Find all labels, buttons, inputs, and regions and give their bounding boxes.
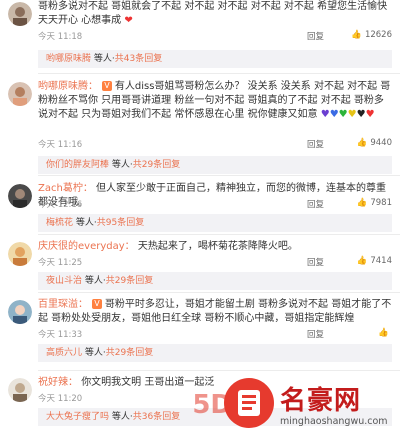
like-count: 9440	[370, 138, 392, 148]
watermark-logo-icon	[224, 378, 274, 428]
watermark: 名豪网 minghaoshangwu.com	[224, 378, 394, 436]
comment-username[interactable]: 祝好辣：	[38, 377, 78, 388]
timestamp: 今天 11:33	[38, 330, 83, 340]
reply-user[interactable]: 大大兔子瘦了吗	[46, 412, 109, 422]
reply-user[interactable]: 梅梳花	[46, 218, 73, 228]
like-button[interactable]: 👍 7981	[357, 198, 392, 208]
watermark-url: minghaoshangwu.com	[280, 416, 388, 427]
like-button[interactable]: 👍 7414	[357, 256, 392, 266]
reply-total[interactable]: 共43条回复	[115, 54, 162, 64]
comment-meta: 今天 11:25 回复 👍 7414	[38, 256, 392, 270]
reply-text: 等人	[93, 54, 112, 64]
reply-total[interactable]: 共29条回复	[106, 276, 153, 286]
reply-text: 等人	[111, 160, 130, 170]
divider	[38, 234, 400, 235]
timestamp: 今天 12:16	[38, 200, 83, 210]
timestamp: 今天 11:18	[38, 32, 83, 42]
reply-total[interactable]: 共95条回复	[97, 218, 144, 228]
avatar[interactable]	[8, 82, 32, 106]
divider	[38, 175, 400, 176]
reply-summary[interactable]: 哟哪原味腾 等人·共43条回复	[38, 50, 392, 68]
reply-button[interactable]: 回复	[307, 198, 324, 210]
timestamp: 今天 11:25	[38, 258, 83, 268]
reply-total[interactable]: 共36条回复	[133, 412, 180, 422]
avatar[interactable]	[8, 378, 32, 402]
divider	[38, 73, 400, 74]
avatar[interactable]	[8, 242, 32, 266]
comment-username[interactable]: 百里琛溢：	[38, 299, 88, 310]
divider	[38, 370, 400, 371]
colored-hearts-icon: ♥♥♥♥♥♥	[320, 109, 375, 120]
reply-user[interactable]: 夜山斗治	[46, 276, 82, 286]
comment-text: 哟哪原味腾： V 有人diss哥姐骂哥粉怎么办？ 没关系 没关系 对不起 对不起…	[38, 80, 392, 122]
reply-user[interactable]: 哟哪原味腾	[46, 54, 91, 64]
watermark-title: 名豪网	[280, 386, 362, 416]
comment-username[interactable]: 庆庆很的everyday：	[38, 241, 135, 252]
vip-badge: V	[92, 299, 102, 309]
comment-text: 百里琛溢： V 哥粉平时多忍让，哥姐才能留土剧 哥粉多说对不起 哥姐才能了不起 …	[38, 298, 392, 326]
avatar[interactable]	[8, 2, 32, 26]
heart-icon: ❤	[124, 15, 133, 26]
avatar[interactable]	[8, 300, 32, 324]
reply-text: 等人	[75, 218, 94, 228]
reply-summary[interactable]: 梅梳花 等人·共95条回复	[38, 214, 392, 232]
reply-button[interactable]: 回复	[307, 138, 324, 150]
comment-feed: 哥粉多说对不起 哥姐就会了不起 对不起 对不起 对不起 对不起 希望您生活愉快 …	[0, 0, 400, 440]
comment-meta: 今天 11:18 回复 👍 12626	[38, 30, 392, 44]
comment-text: 哥粉多说对不起 哥姐就会了不起 对不起 对不起 对不起 对不起 希望您生活愉快 …	[38, 0, 392, 28]
reply-user[interactable]: 你们的胖友阿棒	[46, 160, 109, 170]
reply-text: 等人	[84, 348, 103, 358]
comment-meta: 今天 11:16 回复 👍 9440	[38, 138, 392, 152]
reply-summary[interactable]: 高质六儿 等人·共29条回复	[38, 344, 392, 362]
reply-summary[interactable]: 夜山斗治 等人·共29条回复	[38, 272, 392, 290]
vip-badge: V	[102, 81, 112, 91]
comment-text: 庆庆很的everyday： 天热起来了，喝杯菊花茶降降火吧。	[38, 240, 392, 254]
reply-summary[interactable]: 你们的胖友阿棒 等人·共29条回复	[38, 156, 392, 174]
like-button[interactable]: 👍 9440	[357, 138, 392, 148]
like-count: 12626	[364, 30, 392, 40]
like-button[interactable]: 👍	[378, 328, 392, 338]
thumbs-up-icon: 👍	[356, 138, 368, 148]
thumbs-up-icon: 👍	[356, 256, 368, 266]
reply-total[interactable]: 共29条回复	[133, 160, 180, 170]
reply-text: 等人	[84, 276, 103, 286]
reply-button[interactable]: 回复	[307, 328, 324, 340]
thumbs-up-icon: 👍	[378, 328, 389, 338]
like-count: 7414	[370, 256, 392, 266]
comment-content: 你文明我文明 王哥出道一起泛	[81, 377, 215, 388]
avatar[interactable]	[8, 184, 32, 208]
reply-total[interactable]: 共29条回复	[106, 348, 153, 358]
timestamp: 今天 11:16	[38, 140, 83, 150]
comment-content: 哥粉多说对不起 哥姐就会了不起 对不起 对不起 对不起 对不起 希望您生活愉快 …	[38, 1, 388, 26]
reply-text: 等人	[111, 412, 130, 422]
comment-meta: 今天 11:33 回复 👍	[38, 328, 392, 342]
divider	[38, 292, 400, 293]
reply-user[interactable]: 高质六儿	[46, 348, 82, 358]
comment-content: 天热起来了，喝杯菊花茶降降火吧。	[137, 241, 298, 252]
reply-button[interactable]: 回复	[307, 30, 324, 42]
thumbs-up-icon: 👍	[351, 30, 362, 40]
comment-content: 哥粉平时多忍让，哥姐才能留土剧 哥粉多说对不起 哥姐才能了不起 哥粉处处受朋友，…	[38, 299, 392, 324]
timestamp: 今天 11:20	[38, 394, 83, 404]
thumbs-up-icon: 👍	[356, 198, 368, 208]
like-count: 7981	[370, 198, 392, 208]
comment-username[interactable]: 哟哪原味腾：	[38, 81, 98, 92]
reply-button[interactable]: 回复	[307, 256, 324, 268]
comment-meta: 今天 12:16 回复 👍 7981	[38, 198, 392, 212]
like-button[interactable]: 👍 12626	[351, 30, 392, 40]
comment-username[interactable]: Zach葛柠：	[38, 183, 93, 194]
